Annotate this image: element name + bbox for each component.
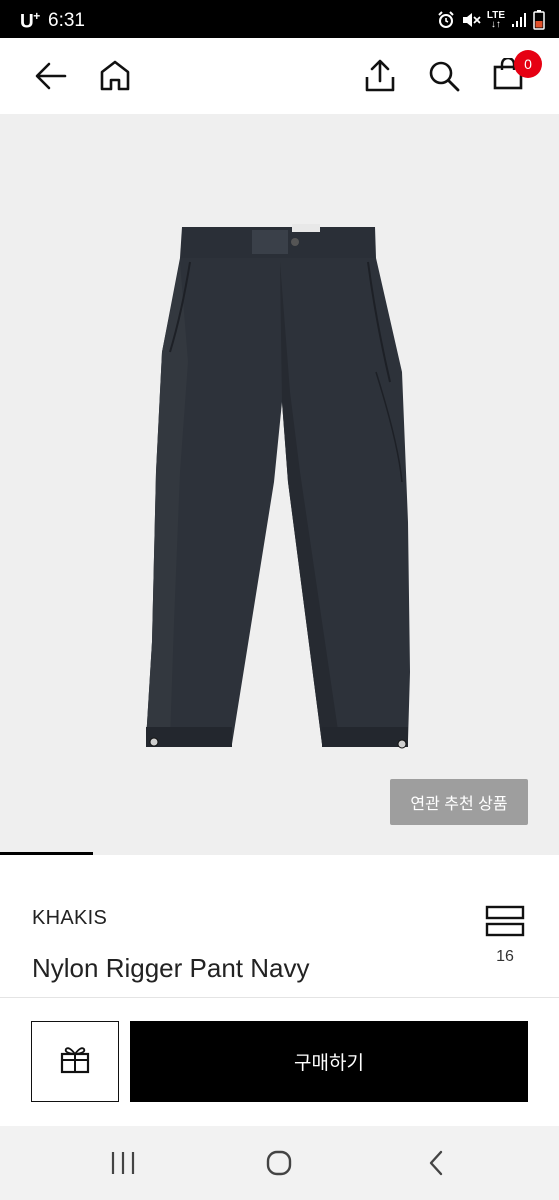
purchase-bar: 구매하기 [0, 998, 559, 1126]
stack-icon [485, 905, 525, 942]
app-header: 0 [0, 38, 559, 114]
clock: 6:31 [48, 10, 85, 31]
brand-name[interactable]: KHAKIS [32, 907, 107, 930]
search-icon[interactable] [420, 52, 468, 100]
alarm-icon [437, 11, 455, 29]
product-info: KHAKIS Nylon Rigger Pant Navy 16 [0, 855, 559, 997]
related-products-button[interactable]: 연관 추천 상품 [390, 779, 528, 825]
gift-icon [59, 1044, 91, 1079]
status-bar: U+ 6:31 LTE ↓↑ [0, 0, 559, 38]
recents-icon[interactable] [99, 1143, 147, 1183]
signal-icon [511, 12, 527, 28]
lte-icon: LTE ↓↑ [486, 10, 505, 30]
share-icon[interactable] [356, 52, 404, 100]
cart-count-badge: 0 [514, 50, 542, 78]
cart-button[interactable]: 0 [484, 50, 542, 100]
system-nav-bar [0, 1126, 559, 1200]
carrier-label: U+ [20, 9, 40, 33]
buy-button[interactable]: 구매하기 [130, 1021, 528, 1102]
home-icon[interactable] [91, 52, 139, 100]
gift-button[interactable] [31, 1021, 119, 1102]
back-arrow-icon[interactable] [27, 52, 75, 100]
mute-icon [461, 11, 481, 29]
battery-icon [533, 10, 545, 30]
home-circle-icon[interactable] [255, 1143, 303, 1183]
wishlist-button[interactable]: 16 [478, 905, 532, 977]
product-name: Nylon Rigger Pant Navy [32, 953, 310, 983]
back-chevron-icon[interactable] [412, 1143, 460, 1183]
status-icons: LTE ↓↑ [437, 8, 545, 32]
product-image [146, 224, 410, 749]
product-gallery[interactable]: 연관 추천 상품 [0, 114, 559, 856]
wishlist-count: 16 [496, 948, 514, 965]
